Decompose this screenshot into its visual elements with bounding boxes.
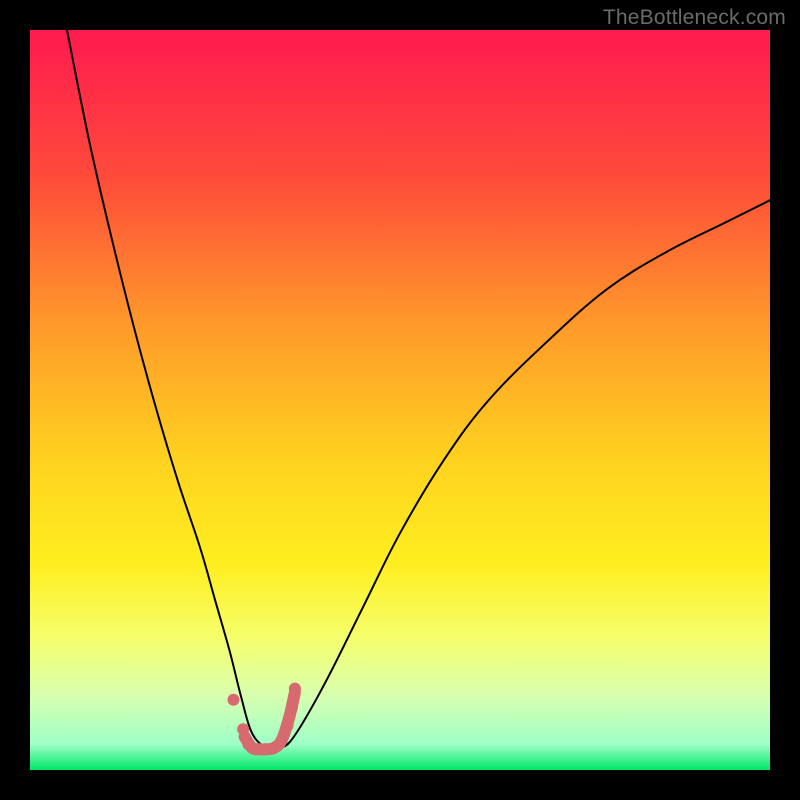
chart-frame: TheBottleneck.com (0, 0, 800, 800)
gradient-background (30, 30, 770, 770)
watermark-label: TheBottleneck.com (603, 6, 786, 30)
chart-svg (30, 30, 770, 770)
valley-marker-dots-point (228, 694, 240, 706)
plot-area (30, 30, 770, 770)
